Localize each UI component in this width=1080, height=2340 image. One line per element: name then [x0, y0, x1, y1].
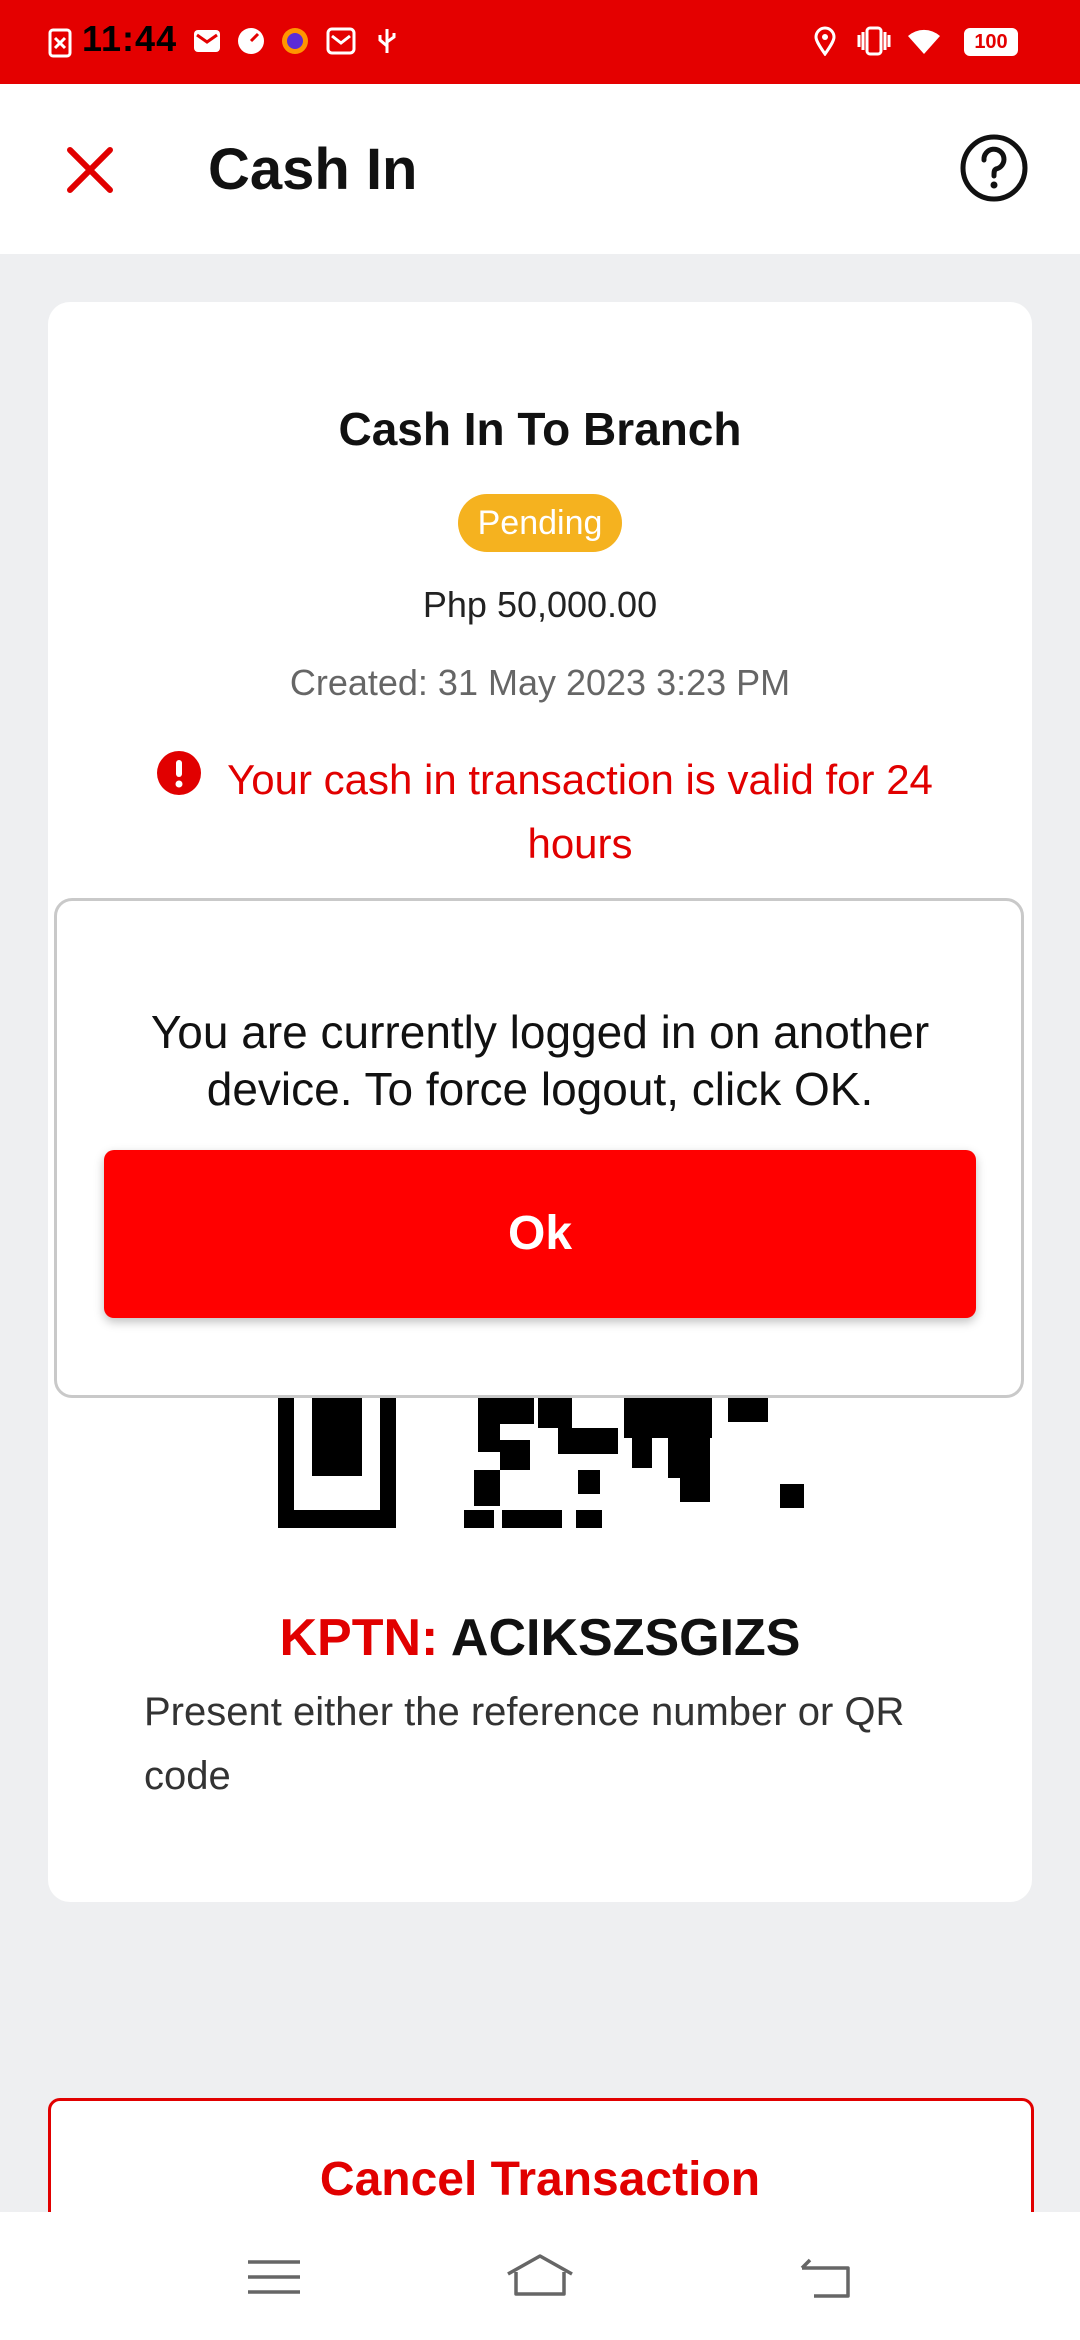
- close-icon[interactable]: [50, 130, 130, 210]
- status-time: 11:44: [82, 18, 178, 59]
- validity-warning: Your cash in transaction is valid for 24…: [227, 756, 933, 867]
- battery-icon: 100: [964, 28, 1018, 56]
- vibrate-icon: [857, 26, 891, 56]
- kptn-value: ACIKSZSGIZS: [450, 1609, 801, 1667]
- ok-button-label[interactable]: Ok: [104, 1206, 976, 1261]
- dialog-message: You are currently logged in on another d…: [150, 1006, 930, 1115]
- qr-code: [278, 1398, 804, 1528]
- home-icon[interactable]: [504, 2250, 576, 2304]
- sim-alert-icon: [48, 28, 72, 58]
- instructions-text: Present either the reference number or Q…: [144, 1690, 905, 1798]
- cancel-transaction-label[interactable]: Cancel Transaction: [0, 2152, 1080, 2207]
- kptn-label: KPTN:: [279, 1609, 439, 1667]
- back-icon[interactable]: [796, 2250, 856, 2304]
- browser-icon: [282, 28, 308, 54]
- status-badge: Pending: [458, 494, 622, 552]
- warning-icon: [157, 751, 201, 795]
- speed-icon: [238, 28, 264, 54]
- logout-dialog: [54, 898, 1024, 1398]
- help-icon[interactable]: [958, 132, 1030, 204]
- mail-icon: [194, 30, 220, 52]
- created-date: Created: 31 May 2023 3:23 PM: [289, 662, 791, 703]
- location-icon: [814, 26, 836, 56]
- page-title: Cash In: [208, 137, 418, 202]
- card-title: Cash In To Branch: [338, 403, 742, 455]
- menu-icon[interactable]: [244, 2250, 304, 2304]
- amount: Php 50,000.00: [422, 584, 658, 625]
- kptn: KPTN: ACIKSZSGIZS: [0, 1608, 1080, 1668]
- wifi-icon: [908, 29, 940, 54]
- usb-icon: [378, 29, 396, 53]
- inbox-icon: [326, 27, 356, 55]
- app-bar: [0, 84, 1080, 254]
